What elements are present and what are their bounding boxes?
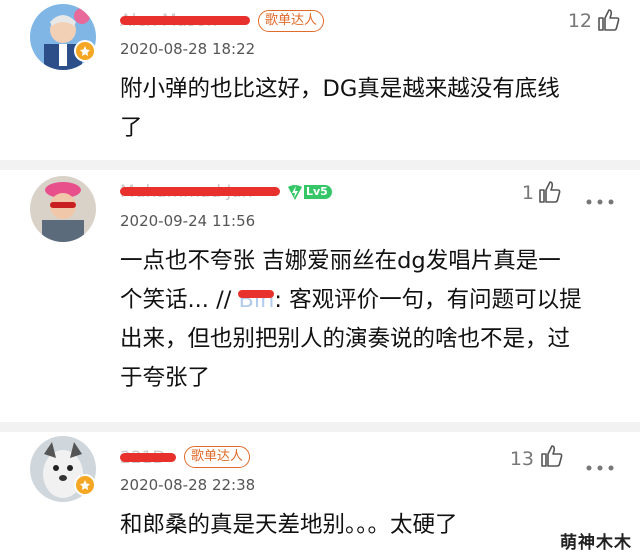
user-tag: 歌单达人 — [258, 10, 325, 32]
comment-timestamp: 2020-08-28 18:22 — [120, 40, 256, 58]
comment-text-line: 于夸张了 — [120, 365, 211, 391]
username-redaction — [120, 453, 176, 462]
vip-icon — [74, 40, 96, 62]
comment-text-line: 出来，但也别把别人的演奏说的啥也不是，过 — [120, 326, 571, 352]
more-options-icon[interactable] — [586, 190, 614, 209]
more-options-icon[interactable] — [586, 456, 614, 475]
level-label: Lv5 — [304, 185, 332, 199]
like-count: 1 — [521, 182, 534, 204]
comment-3: 221D 歌单达人 2020-08-28 22:38 13 和郎桑的真是天差地别… — [0, 432, 640, 559]
thumbs-up-icon[interactable] — [540, 444, 564, 472]
username[interactable]: Alex Mason — [120, 11, 250, 29]
comment-timestamp: 2020-08-28 22:38 — [120, 476, 256, 494]
comment-text-line: 一点也不夸张 吉娜爱丽丝在dg发唱片真是一 — [120, 248, 561, 274]
username[interactable]: Muhammad Jan — [120, 182, 280, 200]
user-avatar[interactable] — [30, 176, 96, 242]
comment-text-line: 个笑话... // Bin: 客观评价一句，有问题可以提 — [120, 281, 582, 320]
comment-text-line: 附小弹的也比这好，DG真是越来越没有底线 — [120, 76, 560, 102]
lightning-icon — [288, 185, 302, 200]
comment-2: Muhammad Jan Lv5 2020-09-24 11:56 1 一点也不… — [0, 170, 640, 422]
comment-text-line: 和郎桑的真是天差地别。。。太硬了 — [120, 512, 458, 538]
username-redaction — [120, 187, 280, 196]
user-tag: 歌单达人 — [184, 446, 251, 468]
divider — [0, 160, 640, 170]
thumbs-up-icon[interactable] — [538, 180, 562, 208]
thumbs-up-icon[interactable] — [597, 8, 621, 36]
like-count: 12 — [567, 10, 592, 32]
username[interactable]: 221D — [120, 448, 176, 466]
comment-text-fragment: : 客观评价一句，有问题可以提 — [274, 287, 582, 313]
comment-text-line: 了 — [120, 115, 143, 141]
mention-link[interactable]: Bin — [238, 281, 275, 320]
watermark: 萌神木木 — [560, 533, 632, 553]
comment-text-fragment: 个笑话... // — [120, 287, 232, 313]
comment-timestamp: 2020-09-24 11:56 — [120, 212, 256, 230]
divider — [0, 422, 640, 432]
level-badge: Lv5 — [286, 183, 332, 201]
vip-icon — [74, 474, 96, 496]
mention-redaction — [238, 290, 275, 298]
like-count: 13 — [509, 448, 534, 470]
comment-1: Alex Mason 歌单达人 2020-08-28 18:22 12 附小弹的… — [0, 0, 640, 160]
username-redaction — [120, 16, 250, 25]
